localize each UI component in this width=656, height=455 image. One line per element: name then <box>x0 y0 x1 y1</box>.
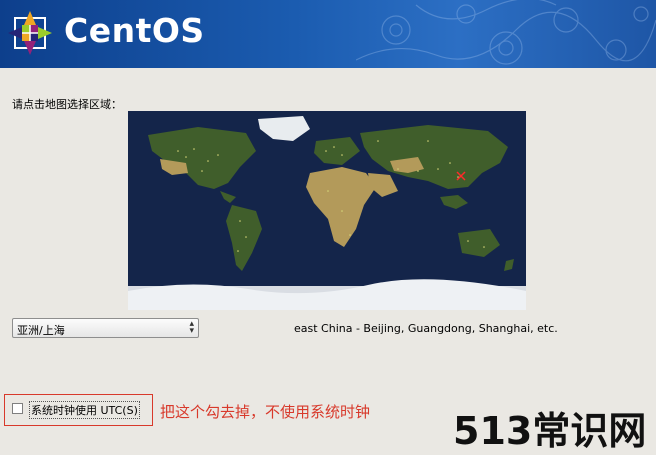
timezone-select-value: 亚洲/上海 <box>17 324 65 337</box>
header-banner: CentOS <box>0 0 656 68</box>
utc-checkbox[interactable] <box>12 403 23 414</box>
timezone-description: east China - Beijing, Guangdong, Shangha… <box>294 322 558 335</box>
banner-flourish-decoration <box>356 0 656 65</box>
updown-arrows-icon: ▴ ▾ <box>189 319 194 336</box>
annotation-note: 把这个勾去掉，不使用系统时钟 <box>160 403 371 421</box>
brand-name: CentOS <box>64 11 205 50</box>
utc-checkbox-label[interactable]: 系统时钟使用 UTC(S) <box>29 401 140 419</box>
timezone-select[interactable]: 亚洲/上海 ▴ ▾ <box>12 318 199 338</box>
site-watermark: 513常识网 <box>453 409 647 453</box>
centos-logo-icon <box>8 11 52 55</box>
map-prompt-label: 请点击地图选择区域： <box>12 98 122 111</box>
timezone-world-map[interactable] <box>128 111 526 310</box>
